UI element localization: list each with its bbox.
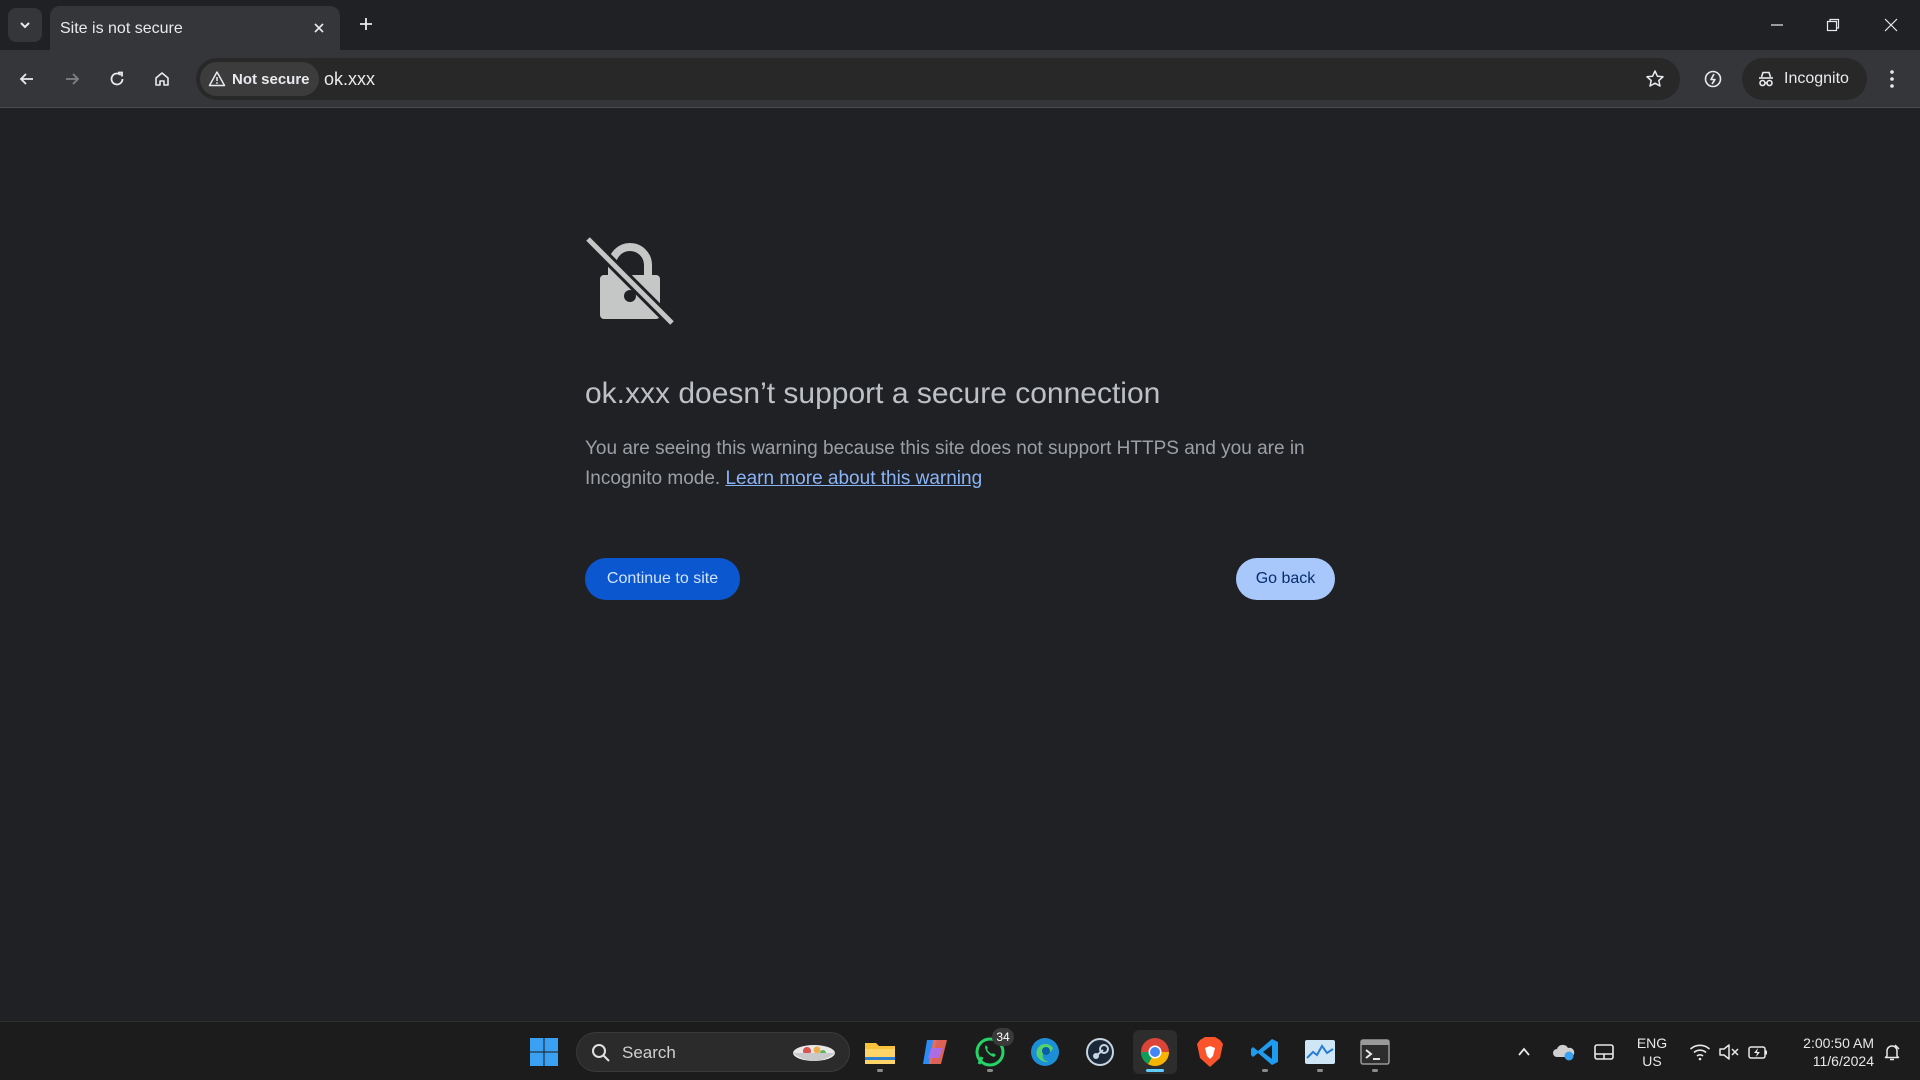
- home-icon: [155, 72, 169, 86]
- taskbar-copilot[interactable]: [913, 1030, 957, 1074]
- go-back-button[interactable]: Go back: [1236, 558, 1335, 600]
- continue-to-site-button[interactable]: Continue to site: [585, 558, 740, 600]
- volume-button[interactable]: [1717, 1040, 1741, 1064]
- running-indicator: [1372, 1069, 1378, 1072]
- brave-icon: [1197, 1037, 1223, 1067]
- arrow-right-icon: [66, 73, 80, 85]
- learn-more-link[interactable]: Learn more about this warning: [725, 468, 982, 489]
- star-icon: [1646, 70, 1664, 87]
- address-bar[interactable]: Not secure ok.xxx: [196, 58, 1680, 100]
- performance-button[interactable]: [1695, 61, 1731, 97]
- close-icon: [1884, 18, 1898, 32]
- close-window-button[interactable]: [1868, 6, 1914, 44]
- taskbar-vscode[interactable]: [1243, 1030, 1287, 1074]
- interstitial-page: ok.xxx doesn’t support a secure connecti…: [0, 109, 1920, 1021]
- tab-search-button[interactable]: [8, 8, 42, 42]
- menu-button[interactable]: [1874, 61, 1910, 97]
- security-chip[interactable]: Not secure: [200, 62, 319, 96]
- bell-icon: [1884, 1044, 1900, 1061]
- taskbar-chrome[interactable]: [1133, 1030, 1177, 1074]
- search-icon: [592, 1044, 610, 1062]
- steam-icon: [1086, 1038, 1114, 1066]
- clock-time: 2:00:50 AM: [1803, 1035, 1874, 1051]
- browser-toolbar: Not secure ok.xxx Incognito: [0, 50, 1920, 108]
- forward-button[interactable]: [54, 61, 90, 97]
- taskbar-whatsapp[interactable]: 34: [968, 1028, 1014, 1074]
- display-icon: [1594, 1044, 1614, 1060]
- tab-close-button[interactable]: [308, 17, 330, 39]
- taskbar-brave[interactable]: [1188, 1030, 1232, 1074]
- file-explorer-icon: [865, 1043, 895, 1064]
- back-button[interactable]: [9, 61, 45, 97]
- speaker-muted-icon: [1719, 1044, 1739, 1060]
- home-button[interactable]: [144, 61, 180, 97]
- more-vertical-icon: [1890, 70, 1894, 88]
- close-icon: [314, 23, 324, 33]
- onedrive-tray-button[interactable]: [1552, 1040, 1576, 1064]
- taskbar-edge[interactable]: [1023, 1030, 1067, 1074]
- vscode-icon: [1251, 1039, 1278, 1065]
- broken-lock-icon: [584, 235, 676, 327]
- speedometer-icon: [1704, 70, 1722, 88]
- chevron-down-icon: [20, 22, 30, 29]
- chrome-icon: [1141, 1038, 1169, 1066]
- running-indicator: [1317, 1069, 1323, 1072]
- start-button[interactable]: [522, 1030, 566, 1074]
- clock[interactable]: 2:00:50 AM 11/6/2024: [1784, 1034, 1874, 1070]
- security-chip-label: Not secure: [232, 70, 310, 88]
- plus-icon: [360, 18, 372, 30]
- windows-start-icon: [530, 1038, 558, 1066]
- minimize-button[interactable]: [1754, 6, 1800, 44]
- taskbar-search[interactable]: Search: [576, 1032, 850, 1072]
- battery-button[interactable]: [1746, 1040, 1770, 1064]
- notifications-button[interactable]: [1880, 1040, 1904, 1064]
- taskbar-file-explorer[interactable]: [858, 1030, 902, 1074]
- clock-date: 11/6/2024: [1812, 1053, 1874, 1069]
- copilot-icon: [923, 1040, 947, 1064]
- running-indicator: [877, 1069, 883, 1072]
- new-tab-button[interactable]: [352, 10, 380, 38]
- incognito-label: Incognito: [1784, 70, 1849, 87]
- incognito-profile-button[interactable]: Incognito: [1742, 58, 1867, 100]
- tab-strip: Site is not secure: [0, 0, 1920, 50]
- whatsapp-unread-badge: 34: [992, 1028, 1014, 1046]
- tab-active[interactable]: Site is not secure: [50, 6, 340, 50]
- running-indicator: [1262, 1069, 1268, 1072]
- tab-title: Site is not secure: [60, 20, 183, 37]
- input-language-indicator[interactable]: ENG US: [1634, 1034, 1670, 1070]
- chevron-up-icon: [1518, 1047, 1530, 1056]
- search-label: Search: [622, 1043, 676, 1062]
- minimize-icon: [1771, 24, 1783, 26]
- warning-icon: [208, 71, 226, 87]
- region-code: US: [1642, 1053, 1662, 1069]
- tablet-mode-button[interactable]: [1592, 1040, 1616, 1064]
- reload-icon: [110, 71, 124, 86]
- running-indicator: [987, 1069, 993, 1072]
- bookmark-button[interactable]: [1640, 64, 1670, 94]
- language-code: ENG: [1636, 1035, 1668, 1051]
- network-button[interactable]: [1688, 1040, 1712, 1064]
- taskbar: Search 34 ENG US 2:00:50 AM 11/6/2024: [0, 1021, 1920, 1080]
- restore-button[interactable]: [1810, 6, 1856, 44]
- taskbar-terminal[interactable]: [1353, 1030, 1397, 1074]
- url-text[interactable]: ok.xxx: [324, 69, 375, 90]
- battery-charging-icon: [1748, 1046, 1767, 1059]
- task-manager-icon: [1305, 1040, 1335, 1064]
- page-title: ok.xxx doesn’t support a secure connecti…: [585, 377, 1161, 410]
- running-indicator: [1146, 1069, 1164, 1072]
- terminal-icon: [1360, 1039, 1390, 1065]
- show-hidden-icons-button[interactable]: [1512, 1040, 1536, 1064]
- arrow-left-icon: [19, 73, 33, 85]
- edge-icon: [1031, 1038, 1059, 1066]
- taskbar-task-manager[interactable]: [1298, 1030, 1342, 1074]
- search-highlight-bowl-icon: [793, 1045, 835, 1061]
- cloud-sync-icon: [1553, 1044, 1575, 1061]
- warning-description: You are seeing this warning because this…: [585, 434, 1305, 494]
- reload-button[interactable]: [99, 61, 135, 97]
- restore-icon: [1826, 18, 1840, 32]
- wifi-icon: [1689, 1044, 1711, 1061]
- incognito-icon: [1759, 71, 1773, 87]
- taskbar-steam[interactable]: [1078, 1030, 1122, 1074]
